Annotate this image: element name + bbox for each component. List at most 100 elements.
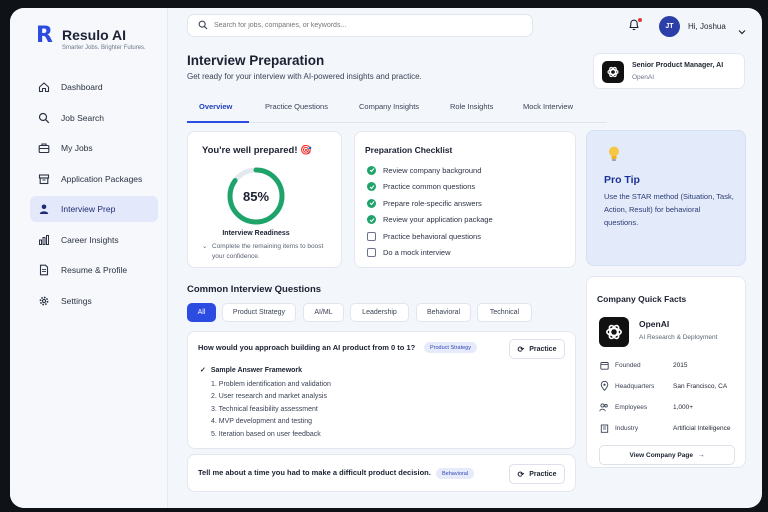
check-circle-icon [367,182,376,191]
sidebar-item-application-packages[interactable]: Application Packages [30,166,158,192]
fact-value: 1,000+ [673,403,694,411]
company-quick-facts: Company Quick Facts OpenAI AI Research &… [586,276,746,468]
empty-checkbox[interactable] [367,248,376,257]
check-circle-icon [367,165,376,175]
fact-value: San Francisco, CA [673,382,728,390]
tip-title: Pro Tip [604,174,640,186]
question-card[interactable]: Tell me about a time you had to make a d… [187,454,576,492]
checklist-item-label: Prepare role-specific answers [383,198,482,208]
view-company-page-button[interactable]: View Company Page → [599,445,735,465]
checklist-item-label: Review your application package [383,215,493,224]
facts-title: Company Quick Facts [597,294,687,304]
role-card[interactable]: Senior Product Manager, AI OpenAI [593,53,745,89]
brand-tagline: Smarter Jobs. Brighter Futures. [62,45,146,51]
checklist-item[interactable]: Do a mock interview [367,247,451,259]
empty-checkbox[interactable] [367,231,376,241]
answer-framework-heading[interactable]: ✓ Sample Answer Framework [200,366,302,374]
role-title: Senior Product Manager, AI [632,62,724,69]
tab-bar: Overview Practice Questions Company Insi… [187,97,607,123]
sidebar-item-career-insights[interactable]: Career Insights [30,227,158,253]
checklist-title: Preparation Checklist [365,145,453,155]
question-tag-badge: Product Strategy [424,342,477,353]
user-greeting[interactable]: Hi, Joshua [688,22,726,31]
checklist-item-label: Do a mock interview [383,248,451,257]
location-pin-icon [599,381,609,391]
chevron-down-icon[interactable] [738,22,746,40]
preparation-checklist: Preparation Checklist Review company bac… [354,131,576,268]
tab-company-insights[interactable]: Company Insights [359,102,419,111]
sidebar-item-label: Dashboard [61,82,103,92]
readiness-card: You're well prepared! 🎯 85% Interview Re… [187,131,342,268]
readiness-note: ⌄ Complete the remaining items to boost … [202,242,327,262]
fact-row: Founded 2015 [599,359,739,371]
filter-ai-ml[interactable]: AI/ML [303,303,344,322]
sidebar-item-job-search[interactable]: Job Search [30,105,158,131]
bar-chart-icon [38,234,50,246]
role-company: OpenAI [632,74,655,81]
checklist-item[interactable]: Practice behavioral questions [367,230,481,242]
tab-mock-interview[interactable]: Mock Interview [523,102,573,111]
practice-button[interactable]: ⟳ Practice [509,339,565,359]
filter-behavioral[interactable]: Behavioral [416,303,471,322]
sidebar-item-label: Resume & Profile [61,265,128,275]
readiness-label: Interview Readiness [222,230,290,237]
notification-bell-icon[interactable] [628,18,642,32]
filter-all[interactable]: All [187,303,216,322]
page-subtitle: Get ready for your interview with AI-pow… [187,72,422,81]
question-card[interactable]: How would you approach building an AI pr… [187,331,576,449]
sidebar-item-label: Interview Prep [61,204,116,214]
pro-tip-card: Pro Tip Use the STAR method (Situation, … [586,130,746,266]
briefcase-icon [38,142,50,154]
search-icon [38,112,50,124]
sidebar-item-resume-profile[interactable]: Resume & Profile [30,257,158,283]
search-input[interactable] [214,22,514,29]
answer-step: 1. Problem identification and validation [211,381,331,388]
readiness-percent: 85% [242,188,270,204]
notification-dot [638,18,642,22]
filter-product-strategy[interactable]: Product Strategy [222,303,296,322]
view-company-page-label: View Company Page [629,451,693,459]
logo-mark-icon: R [36,23,53,48]
gear-icon [38,295,50,307]
fact-row: Headquarters San Francisco, CA [599,380,739,392]
fact-label: Founded [615,361,641,369]
people-icon [599,402,609,412]
checklist-item-label: Practice behavioral questions [383,231,481,241]
practice-button-label: Practice [529,470,557,478]
avatar[interactable]: JT [659,16,680,37]
search-bar[interactable] [187,14,533,37]
sidebar-item-interview-prep[interactable]: Interview Prep [30,196,158,222]
check-circle-icon [367,215,376,224]
sidebar-item-dashboard[interactable]: Dashboard [30,74,158,100]
checklist-item[interactable]: Review company background [367,164,481,176]
practice-button[interactable]: ⟳ Practice [509,464,565,484]
checklist-item[interactable]: Prepare role-specific answers [367,197,482,209]
chevron-down-icon: ✓ [200,367,206,374]
answer-step: 5. Iteration based on user feedback [211,430,321,438]
filter-technical[interactable]: Technical [477,303,532,322]
openai-logo-icon [599,317,629,347]
sidebar-item-label: Settings [61,295,92,306]
checklist-item[interactable]: Practice common questions [367,181,475,193]
check-circle-icon [367,198,376,208]
tab-practice-questions[interactable]: Practice Questions [265,102,328,111]
sidebar-item-label: Application Packages [61,173,143,184]
sidebar-item-settings[interactable]: Settings [30,288,158,314]
sidebar-item-label: Career Insights [61,234,119,245]
company-name: OpenAI [639,319,670,329]
sidebar-item-my-jobs[interactable]: My Jobs [30,135,158,161]
answer-step: 2. User research and market analysis [211,393,327,401]
company-description: AI Research & Deployment [639,334,718,341]
user-icon [38,203,50,215]
sidebar-item-label: Job Search [61,112,104,123]
tab-overview[interactable]: Overview [199,102,232,111]
filter-leadership[interactable]: Leadership [350,303,409,322]
checklist-item[interactable]: Review your application package [367,214,493,226]
tab-role-insights[interactable]: Role Insights [450,102,493,111]
sidebar-item-label: My Jobs [61,143,93,153]
package-icon [38,173,50,185]
practice-button-label: Practice [529,345,557,353]
answer-steps: 1. Problem identification and validation… [211,379,331,441]
tip-body: Use the STAR method (Situation, Task, Ac… [604,192,734,227]
brand-name: Resulo AI [62,27,127,43]
